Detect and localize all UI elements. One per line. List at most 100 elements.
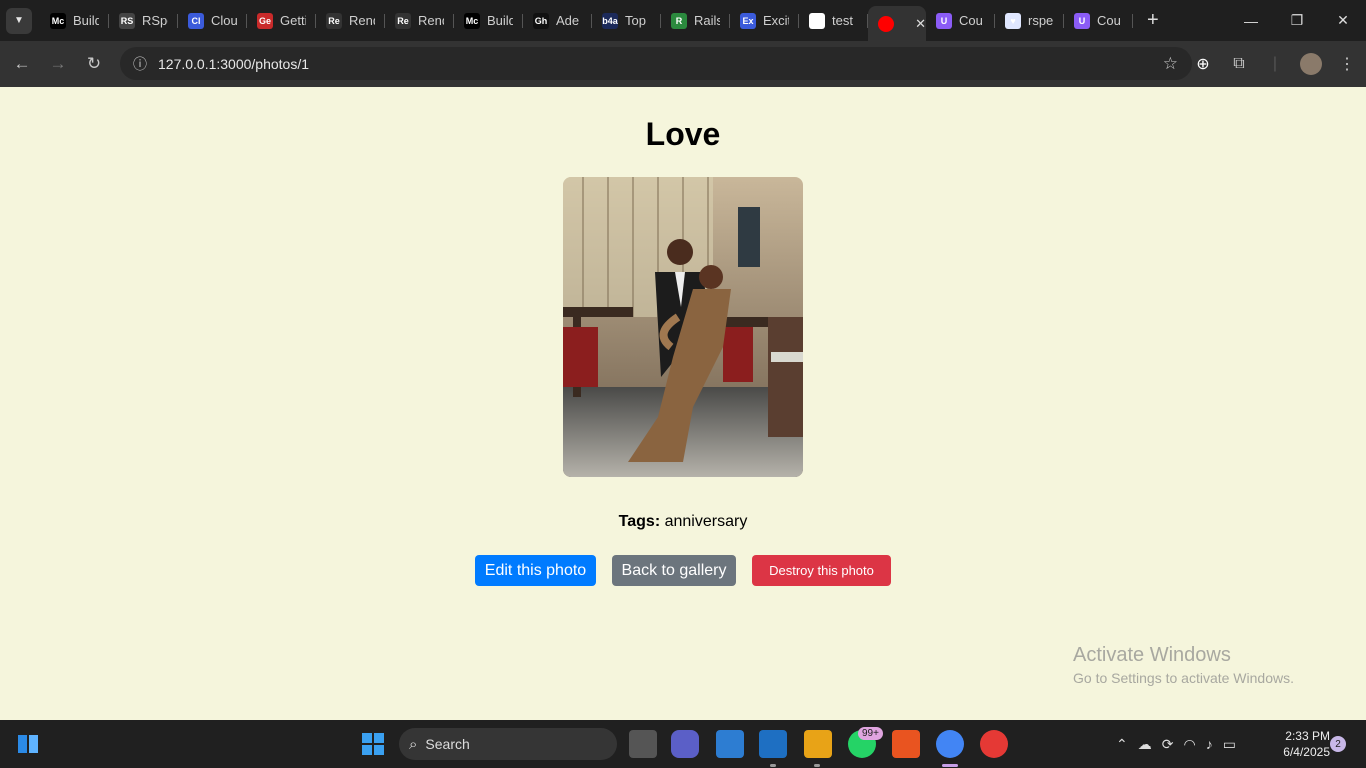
tab-favicon-icon: Ge xyxy=(257,12,273,29)
browser-tab[interactable]: R Rails xyxy=(661,5,730,37)
tab-favicon-icon: Ex xyxy=(740,12,756,29)
activate-windows-watermark: Activate Windows Go to Settings to activ… xyxy=(1073,644,1294,686)
cloud-off-icon[interactable]: ☁ xyxy=(1138,736,1152,753)
battery-icon[interactable]: ▭ xyxy=(1223,736,1236,753)
store-icon[interactable] xyxy=(716,730,744,758)
watermark-title: Activate Windows xyxy=(1073,644,1231,666)
reload-icon[interactable]: ↻ xyxy=(76,46,112,82)
edit-photo-button[interactable]: Edit this photo xyxy=(475,555,596,586)
chrome-active-indicator xyxy=(942,764,958,767)
windows-logo xyxy=(362,733,384,755)
tab-title: Excit xyxy=(763,13,789,28)
browser-tab[interactable]: U Cou xyxy=(1064,5,1133,37)
chrome-icon[interactable] xyxy=(936,730,964,758)
start-windows-icon[interactable] xyxy=(359,730,387,758)
system-tray: ⌃ ☁ ⟳ ◠ ♪ ▭ xyxy=(1116,720,1236,768)
browser-tab[interactable]: Ex Excit xyxy=(730,5,799,37)
photo-image xyxy=(563,177,803,477)
close-window-button[interactable]: ✕ xyxy=(1320,0,1366,41)
new-tab-button[interactable]: + xyxy=(1147,9,1159,32)
site-info-icon[interactable]: ⓘ xyxy=(126,54,154,74)
tab-title: Render xyxy=(418,13,444,28)
browser-tab[interactable]: Cl Cloud xyxy=(178,5,247,37)
tab-title: test xyxy=(832,13,853,28)
vscode-icon[interactable] xyxy=(759,730,787,758)
tab-title: Rails xyxy=(694,13,720,28)
browser-tab[interactable]: U Cou xyxy=(926,5,995,37)
destroy-photo-button[interactable]: Destroy this photo xyxy=(752,555,891,586)
back-arrow-icon[interactable]: ← xyxy=(4,46,40,82)
browser-tab[interactable]: ✕ xyxy=(868,6,926,41)
taskbar-search-input[interactable]: ⌕ Search xyxy=(399,728,617,760)
clock[interactable]: 2:33 PM 6/4/2025 xyxy=(1268,728,1330,760)
browser-tab[interactable]: Re Render xyxy=(316,5,385,37)
page-title: Love xyxy=(645,116,721,152)
browser-tab[interactable]: RS RSpec xyxy=(109,5,178,37)
notification-badge[interactable]: 2 xyxy=(1330,736,1346,752)
bookmark-star-icon[interactable]: ☆ xyxy=(1163,54,1178,74)
forward-arrow-icon[interactable]: → xyxy=(40,46,76,82)
ubuntu-icon[interactable] xyxy=(892,730,920,758)
watermark-subtitle: Go to Settings to activate Windows. xyxy=(1073,670,1294,686)
tab-favicon-icon: b4a xyxy=(602,12,618,29)
sync-icon[interactable]: ⟳ xyxy=(1162,736,1174,753)
minimize-button[interactable]: — xyxy=(1228,0,1274,41)
tab-title: Build xyxy=(73,13,99,28)
profile-avatar[interactable] xyxy=(1300,53,1322,75)
tab-title: Cou xyxy=(1097,13,1121,28)
volume-icon[interactable]: ♪ xyxy=(1206,736,1213,752)
tab-favicon-icon: R xyxy=(671,12,687,29)
tab-favicon-icon: Mc xyxy=(50,12,66,29)
tab-title: Getting xyxy=(280,13,306,28)
tab-favicon-icon: ♥ xyxy=(1005,12,1021,29)
window-controls: — ❐ ✕ xyxy=(1228,0,1366,41)
file-explorer-icon[interactable] xyxy=(804,730,832,758)
browser-tab[interactable]: Mc Build xyxy=(40,5,109,37)
tab-search-button[interactable]: ▼ xyxy=(6,7,32,34)
taskbar: ⌕ Search 99+ ⌃ ☁ ⟳ ◠ ♪ ▭ 2:33 PM 6/4/202… xyxy=(0,720,1366,768)
tab-favicon-icon: Re xyxy=(395,12,411,29)
tab-favicon-icon: Cl xyxy=(188,12,204,29)
browser-tab[interactable]: Re Render xyxy=(385,5,454,37)
menu-kebab-icon[interactable]: ⋮ xyxy=(1336,54,1358,74)
toolbar-actions: ⊕ ⧉ | ⋮ xyxy=(1192,41,1358,87)
chevron-up-icon[interactable]: ⌃ xyxy=(1116,736,1128,753)
tags-label: Tags: xyxy=(618,513,661,530)
tab-favicon-icon: U xyxy=(936,12,952,29)
close-tab-icon[interactable]: ✕ xyxy=(915,16,926,32)
search-icon: ⌕ xyxy=(409,735,418,753)
explorer-running-indicator xyxy=(814,764,820,767)
teams-icon[interactable] xyxy=(671,730,699,758)
task-view-icon[interactable] xyxy=(629,730,657,758)
restore-button[interactable]: ❐ xyxy=(1274,0,1320,41)
wifi-icon[interactable]: ◠ xyxy=(1183,736,1195,753)
url-text[interactable]: 127.0.0.1:3000/photos/1 xyxy=(158,56,309,72)
extensions-puzzle-icon[interactable]: ⧉ xyxy=(1228,55,1250,73)
browser-tab[interactable]: b4a Top xyxy=(592,5,661,37)
tab-title: Ade xyxy=(556,13,580,28)
widgets-icon[interactable] xyxy=(14,730,42,758)
browser-tab[interactable]: ♥ rspe xyxy=(995,5,1064,37)
back-to-gallery-button[interactable]: Back to gallery xyxy=(612,555,736,586)
address-bar[interactable]: ⓘ 127.0.0.1:3000/photos/1 ☆ xyxy=(120,47,1192,80)
whatsapp-badge: 99+ xyxy=(858,727,883,740)
vscode-running-indicator xyxy=(770,764,776,767)
search-placeholder: Search xyxy=(425,736,470,752)
couple-photo-illustration xyxy=(563,177,803,477)
add-extension-icon[interactable]: ⊕ xyxy=(1192,54,1214,74)
widgets-glyph xyxy=(18,735,38,753)
tab-favicon-icon: Gh xyxy=(533,12,549,29)
browser-tab[interactable]: Gh Ade xyxy=(523,5,592,37)
tags-line: Tags: anniversary xyxy=(0,513,1366,531)
page-content: Love Tags: anniversary Edit this photo B… xyxy=(0,87,1366,720)
tags-value: anniversary xyxy=(664,513,748,530)
tab-title: Cloud xyxy=(211,13,237,28)
tab-title: Cou xyxy=(959,13,983,28)
browser-tab[interactable]: Gtest xyxy=(799,5,868,37)
browser-tab[interactable]: Ge Getting xyxy=(247,5,316,37)
tab-favicon-icon: Re xyxy=(326,12,342,29)
clock-date: 6/4/2025 xyxy=(1283,745,1330,759)
wps-office-icon[interactable] xyxy=(980,730,1008,758)
tab-favicon-icon: U xyxy=(1074,12,1090,29)
browser-tab[interactable]: Mc Build xyxy=(454,5,523,37)
